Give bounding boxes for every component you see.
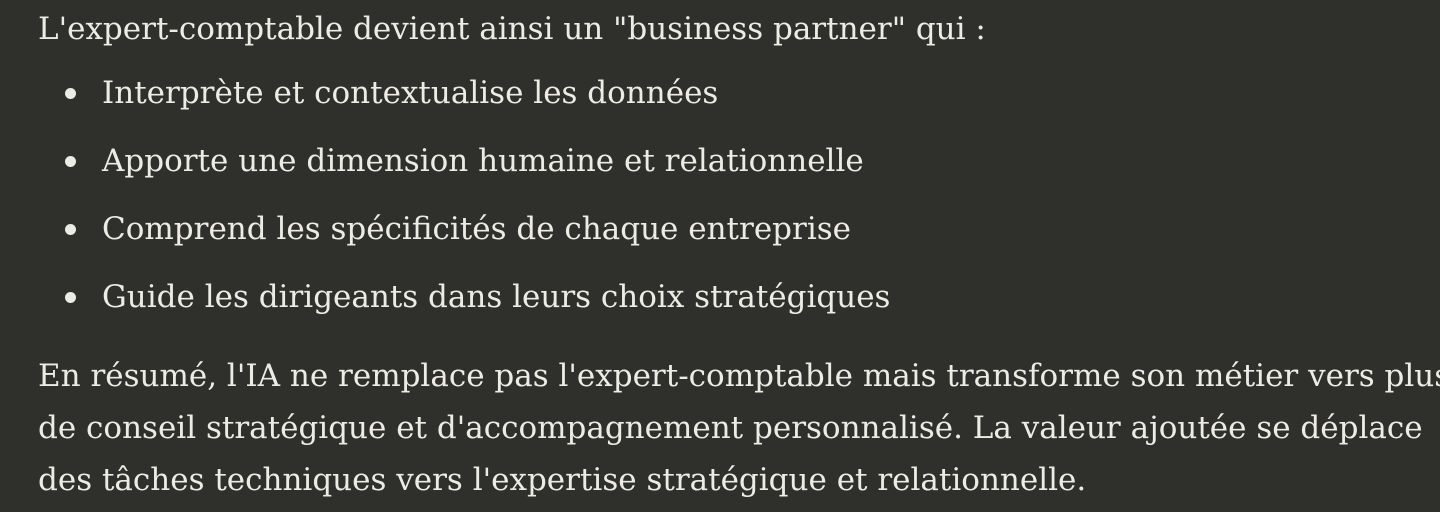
list-item: Comprend les spécificités de chaque entr… xyxy=(0,208,890,276)
summary-paragraph: En résumé, l'IA ne remplace pas l'expert… xyxy=(38,350,1440,506)
list-item: Apporte une dimension humaine et relatio… xyxy=(0,140,890,208)
bullet-icon xyxy=(65,292,76,303)
message-content: L'expert-comptable devient ainsi un "bus… xyxy=(0,0,1440,512)
list-item: Guide les dirigeants dans leurs choix st… xyxy=(0,276,890,344)
summary-line: des tâches techniques vers l'expertise s… xyxy=(38,462,1087,498)
list-item: Interprète et contextualise les données xyxy=(0,72,890,140)
list-item-text: Apporte une dimension humaine et relatio… xyxy=(102,143,864,179)
bullet-icon xyxy=(65,224,76,235)
summary-line: de conseil stratégique et d'accompagneme… xyxy=(38,410,1423,446)
intro-paragraph: L'expert-comptable devient ainsi un "bus… xyxy=(38,11,986,47)
bullet-icon xyxy=(65,156,76,167)
list-item-text: Interprète et contextualise les données xyxy=(102,75,719,111)
list-item-text: Guide les dirigeants dans leurs choix st… xyxy=(102,279,891,315)
bullet-icon xyxy=(65,88,76,99)
bullet-list: Interprète et contextualise les données … xyxy=(0,72,890,344)
list-item-text: Comprend les spécificités de chaque entr… xyxy=(102,211,851,247)
summary-line: En résumé, l'IA ne remplace pas l'expert… xyxy=(38,358,1440,394)
